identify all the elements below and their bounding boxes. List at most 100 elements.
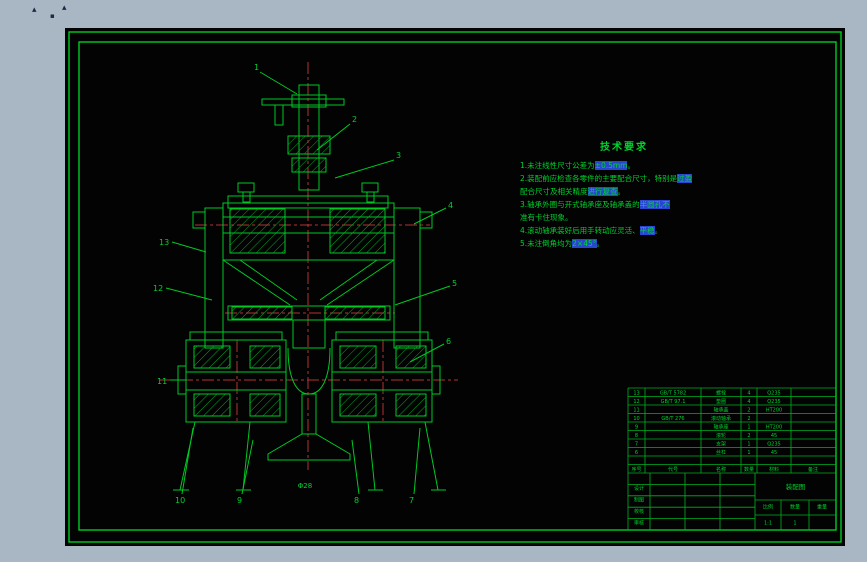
part-name: 螺栓 <box>716 389 726 396</box>
part-name: 丝杠 <box>716 449 726 456</box>
part-callout: 11 <box>157 377 167 386</box>
bolt-stem <box>242 191 251 203</box>
tech-text: 2.装配前应检查各零件的主要配合尺寸，特别是 <box>520 174 678 183</box>
field-audit: 审核 <box>634 519 644 526</box>
part-no: 13 <box>633 390 639 396</box>
title-fields: 设计 制图 校核 审核 装配图 比例 数量 重量 1:1 1 <box>634 482 827 527</box>
left-side-plate <box>204 207 224 349</box>
part-callout: 9 <box>237 496 242 505</box>
scale-value: 1:1 <box>764 521 772 527</box>
part-callout: 13 <box>159 238 169 247</box>
part-code: GB/T 5782 <box>660 390 686 396</box>
block-hatch <box>339 345 377 369</box>
part-code: GB/T 276 <box>661 416 684 422</box>
part-callouts: 1 2 3 4 5 6 7 8 9 10 11 12 13 <box>153 63 457 505</box>
block-top-plate <box>189 331 283 341</box>
tech-text: 。 <box>596 239 605 248</box>
part-callout: 6 <box>446 337 451 346</box>
handle-bar <box>261 98 345 106</box>
title-block-grid <box>627 387 836 530</box>
part-mat: 45 <box>771 433 777 439</box>
block-top-plate <box>335 331 429 341</box>
lower-collar <box>291 157 327 173</box>
right-bearing-section <box>329 208 386 254</box>
part-callout: 7 <box>409 496 414 505</box>
block-hatch <box>339 393 377 417</box>
qty-value: 1 <box>793 521 796 527</box>
rail-foot <box>267 433 351 461</box>
center-column <box>292 319 326 349</box>
part-no: 8 <box>635 433 638 439</box>
tech-text: 4.滚动轴承装好后用手转动应灵活、 <box>520 226 640 235</box>
part-mat: HT200 <box>766 424 782 430</box>
artifact-mark: ▴ <box>32 5 37 15</box>
scale-label: 比例 <box>763 504 773 511</box>
roller-shaft-lines <box>186 371 286 391</box>
part-callout: 4 <box>448 201 453 210</box>
part-qty: 2 <box>747 433 750 439</box>
rail-head <box>287 347 331 395</box>
part-qty: 4 <box>747 390 750 396</box>
part-mat: 45 <box>771 450 777 456</box>
header-qty: 数量 <box>744 466 754 473</box>
part-qty: 4 <box>747 399 750 405</box>
bolt-stem <box>366 191 375 203</box>
bolt-head <box>237 182 255 193</box>
part-name: 轴承盖 <box>713 406 728 413</box>
plate-hatch <box>231 306 293 320</box>
part-no: 12 <box>633 399 639 405</box>
dimension-label: Φ28 <box>298 482 312 490</box>
part-callout: 10 <box>175 496 185 505</box>
viewer-background: ▴ ▪ ▴ 1 2 3 4 5 6 7 8 9 10 11 12 13 Φ28 … <box>0 0 867 562</box>
support-legs <box>173 421 446 491</box>
left-side-bolt <box>192 211 206 229</box>
cad-canvas[interactable]: 1 2 3 4 5 6 7 8 9 10 11 12 13 Φ28 13 GB/… <box>65 28 845 546</box>
part-callout: 8 <box>354 496 359 505</box>
part-no: 6 <box>635 450 638 456</box>
handle-grip <box>274 104 284 126</box>
tech-text: 。 <box>617 187 626 196</box>
left-roller-block <box>177 331 287 423</box>
weight-label: 重量 <box>817 504 827 511</box>
tech-text: 准有卡住现象 <box>520 213 565 222</box>
artifact-mark: ▴ <box>62 3 67 13</box>
parts-list: 13 GB/T 5782 螺栓 4 Q235 12 GB/T 97.1 垫圈 4… <box>631 389 818 473</box>
tech-highlight: 平稳 <box>639 226 655 235</box>
part-qty: 1 <box>747 450 750 456</box>
tech-highlight: 过盈 <box>677 174 693 183</box>
header-name: 名称 <box>716 466 726 473</box>
rail-web <box>301 393 317 435</box>
right-roller-block <box>331 331 441 423</box>
part-mat: HT200 <box>766 407 782 413</box>
field-draw: 制图 <box>634 497 644 504</box>
bolt-head <box>361 182 379 193</box>
part-callout: 3 <box>396 151 401 160</box>
part-qty: 2 <box>747 416 750 422</box>
plate-hatch <box>324 306 386 320</box>
tech-highlight: 半圆孔不 <box>639 200 670 209</box>
tech-text: 。 <box>565 213 573 222</box>
tech-line: 5.未注倒角均为2×45°。 <box>520 237 728 250</box>
part-callout: 1 <box>254 63 259 72</box>
field-check: 校核 <box>634 508 644 515</box>
field-design: 设计 <box>634 485 644 492</box>
base-plate <box>227 305 391 349</box>
tech-line: 准有卡住现象。 <box>520 211 728 224</box>
tech-highlight: ±0.5mm <box>594 161 628 170</box>
tech-text: 配合尺寸及相关精度 <box>520 187 588 196</box>
bearing-housing <box>192 202 433 349</box>
roller-shaft-lines <box>332 371 432 391</box>
tech-line: 4.滚动轴承装好后用手转动应灵活、平稳。 <box>520 224 728 237</box>
tech-text: 3.轴承外圈与开式轴承座及轴承盖的 <box>520 200 640 209</box>
part-no: 9 <box>635 424 638 430</box>
part-callout: 12 <box>153 284 163 293</box>
part-name: 滚动轴承 <box>711 415 731 422</box>
part-qty: 2 <box>747 407 750 413</box>
header-code: 代号 <box>668 466 678 473</box>
tech-requirements: 技术要求 1.未注线性尺寸公差为±0.5mm。 2.装配前应检查各零件的主要配合… <box>520 138 728 250</box>
tech-line: 2.装配前应检查各零件的主要配合尺寸，特别是过盈 <box>520 172 728 185</box>
screw-assembly <box>261 84 345 191</box>
block-hatch <box>395 345 427 369</box>
tech-line: 3.轴承外圈与开式轴承座及轴承盖的半圆孔不 <box>520 198 728 211</box>
right-side-plate <box>393 207 421 349</box>
